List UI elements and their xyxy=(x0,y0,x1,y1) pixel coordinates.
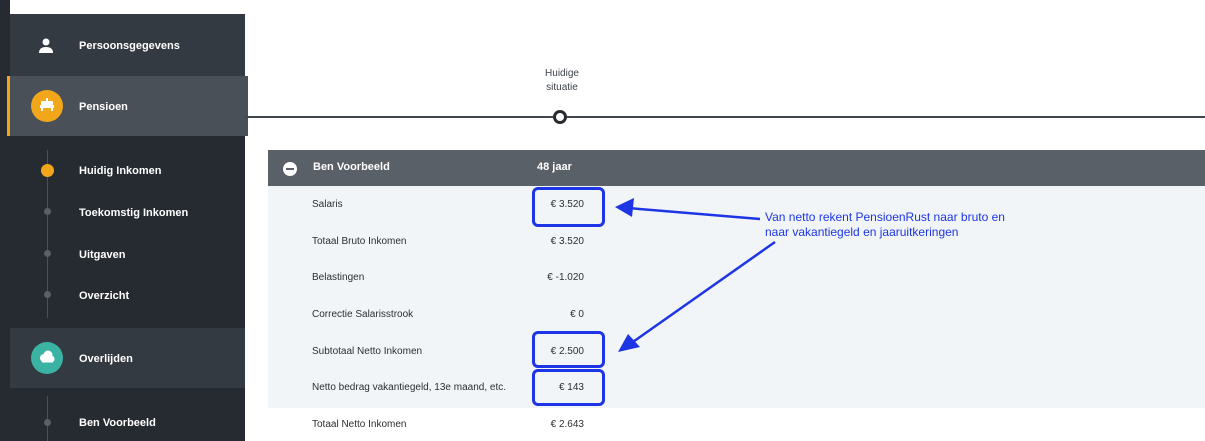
annotation-text: Van netto rekent PensioenRust naar bruto… xyxy=(765,210,1005,240)
annotation-line-1: Van netto rekent PensioenRust naar bruto… xyxy=(765,210,1005,224)
annotation-line-2: naar vakantiegeld en jaaruitkeringen xyxy=(765,225,959,239)
annotation-arrows xyxy=(615,198,776,352)
arrow-line-subtotaal xyxy=(629,240,776,346)
arrowhead-subtotaal xyxy=(618,334,640,352)
arrowhead-salaris xyxy=(615,198,634,217)
arrow-line-salaris xyxy=(627,206,761,221)
